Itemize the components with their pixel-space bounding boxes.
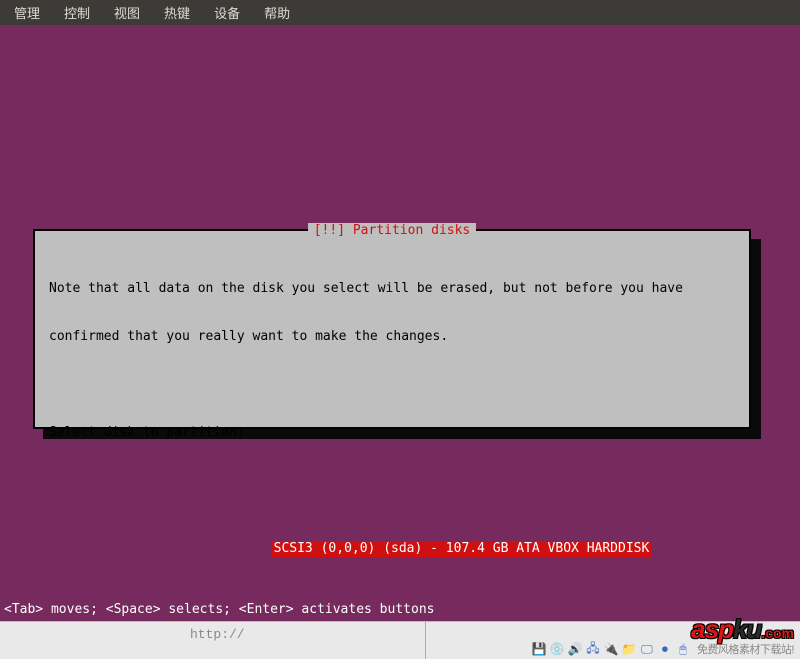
dialog-note-line2: confirmed that you really want to make t… [49, 329, 735, 345]
shared-folder-icon[interactable]: 📁 [621, 641, 637, 657]
taskbar-divider [425, 622, 426, 659]
host-taskbar: http:// aspku.com 💾 💿 🔊 🖧 🔌 📁 🖵 ⏺ 🖱 免费风格… [0, 621, 800, 659]
audio-icon[interactable]: 🔊 [567, 641, 583, 657]
menu-help[interactable]: 帮助 [252, 0, 302, 26]
dialog-title: [!!] Partition disks [308, 223, 477, 238]
usb-icon[interactable]: 🔌 [603, 641, 619, 657]
menu-view[interactable]: 视图 [102, 0, 152, 26]
mouse-integration-icon[interactable]: 🖱 [675, 641, 691, 657]
select-disk-label: Select disk to partition: [49, 425, 735, 441]
network-icon[interactable]: 🖧 [585, 641, 601, 657]
vm-menubar: 管理 控制 视图 热键 设备 帮助 [0, 0, 800, 25]
harddisk-icon[interactable]: 💾 [531, 641, 547, 657]
menu-manage[interactable]: 管理 [2, 0, 52, 26]
nav-hint: <Tab> moves; <Space> selects; <Enter> ac… [4, 602, 434, 617]
menu-control[interactable]: 控制 [52, 0, 102, 26]
menu-devices[interactable]: 设备 [202, 0, 252, 26]
status-url: http:// [190, 627, 245, 642]
display-icon[interactable]: 🖵 [639, 641, 655, 657]
vm-status-tray: 💾 💿 🔊 🖧 🔌 📁 🖵 ⏺ 🖱 免费风格素材下载站! [531, 641, 794, 657]
menu-hotkey[interactable]: 热键 [152, 0, 202, 26]
dialog-note-line1: Note that all data on the disk you selec… [49, 281, 735, 297]
disk-option-selected[interactable]: SCSI3 (0,0,0) (sda) - 107.4 GB ATA VBOX … [272, 541, 652, 557]
optical-icon[interactable]: 💿 [549, 641, 565, 657]
watermark-text: 免费风格素材下载站! [697, 641, 794, 657]
partition-dialog: [!!] Partition disks Note that all data … [33, 229, 751, 429]
record-icon[interactable]: ⏺ [657, 641, 673, 657]
installer-screen: [!!] Partition disks Note that all data … [0, 25, 800, 621]
